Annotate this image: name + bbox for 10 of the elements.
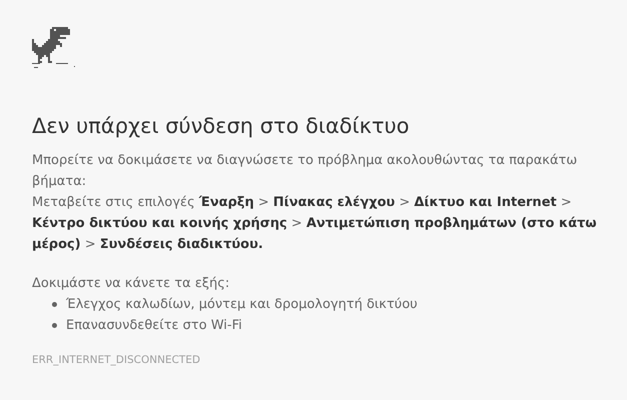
suggestion-text: Έλεγχος καλωδίων, μόντεμ και δρομολογητή δικτύου <box>66 296 418 314</box>
instructions-text: Μεταβείτε στις επιλογές Έναρξη > Πίνακας ελέγχου > Δίκτυο και Internet > Κέντρο δικτύου και κοινής χρήσης > Αντιμετώπιση προβλημάτων (στο κάτω μέρος) > Συνδέσεις διαδικτύου. <box>32 194 598 254</box>
suggestion-text: Επανασυνδεθείτε στο Wi-Fi <box>66 317 242 335</box>
bullet-icon <box>52 323 57 328</box>
dinosaur-icon <box>32 27 76 69</box>
error-code: ERR_INTERNET_DISCONNECTED <box>32 354 200 366</box>
bullet-icon <box>52 302 57 307</box>
suggestions-title: Δοκιμάστε να κάνετε τα εξής: <box>32 275 230 293</box>
error-heading: Δεν υπάρχει σύνδεση στο διαδίκτυο <box>32 114 410 138</box>
intro-text: Μπορείτε να δοκιμάσετε να διαγνώσετε το πρόβλημα ακολουθώντας τα παρακάτω βήματα: <box>32 152 578 191</box>
